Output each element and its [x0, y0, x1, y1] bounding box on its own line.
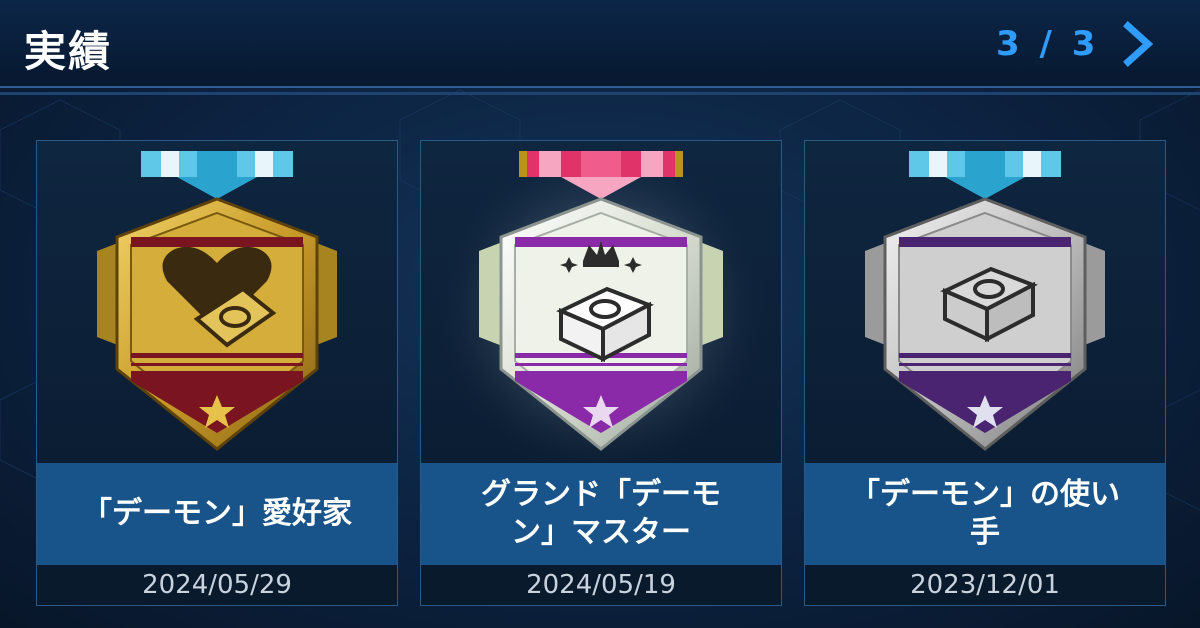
achievement-date: 2024/05/29: [142, 570, 292, 600]
achievement-name-line-2: ン」マスター: [511, 515, 691, 550]
page-indicator: 3 / 3: [996, 24, 1100, 64]
header-divider: [0, 92, 1200, 95]
achievement-name-box: グランド「デーモ ン」マスター: [421, 463, 781, 565]
chevron-right-icon: [1123, 21, 1154, 67]
achievement-name-box: 「デーモン」愛好家: [37, 463, 397, 565]
achievement-name: グランド「デーモ ン」マスター: [463, 476, 739, 552]
achievement-date: 2023/12/01: [910, 570, 1060, 600]
platinum-medal-icon: [431, 141, 771, 463]
achievement-card-2[interactable]: グランド「デーモ ン」マスター 2024/05/19: [420, 140, 782, 606]
header-bar: 実績 3 / 3: [0, 0, 1200, 88]
gold-medal-icon: [97, 151, 337, 451]
medal-area: [421, 141, 781, 463]
achievement-card-3[interactable]: 「デーモン」の使い 手 2023/12/01: [804, 140, 1166, 606]
medal-area: [805, 141, 1165, 463]
achievement-name-line-1: 「デーモン」の使い: [850, 477, 1120, 512]
achievement-date-box: 2024/05/19: [421, 565, 781, 605]
achievement-date-box: 2024/05/29: [37, 565, 397, 605]
page-title: 実績: [24, 27, 113, 76]
achievement-name-line-2: 手: [970, 515, 1000, 550]
achievement-name: 「デーモン」愛好家: [82, 496, 352, 531]
next-page-button[interactable]: [1114, 18, 1162, 70]
achievement-date: 2024/05/19: [526, 570, 676, 600]
achievement-date-box: 2023/12/01: [805, 565, 1165, 605]
achievement-name: 「デーモン」の使い 手: [832, 476, 1138, 552]
medal-area: [37, 141, 397, 463]
achievement-card-1[interactable]: 「デーモン」愛好家 2024/05/29: [36, 140, 398, 606]
achievement-name-line-1: グランド「デーモ: [481, 477, 721, 512]
silver-medal-icon: [865, 151, 1105, 451]
achievement-name-box: 「デーモン」の使い 手: [805, 463, 1165, 565]
